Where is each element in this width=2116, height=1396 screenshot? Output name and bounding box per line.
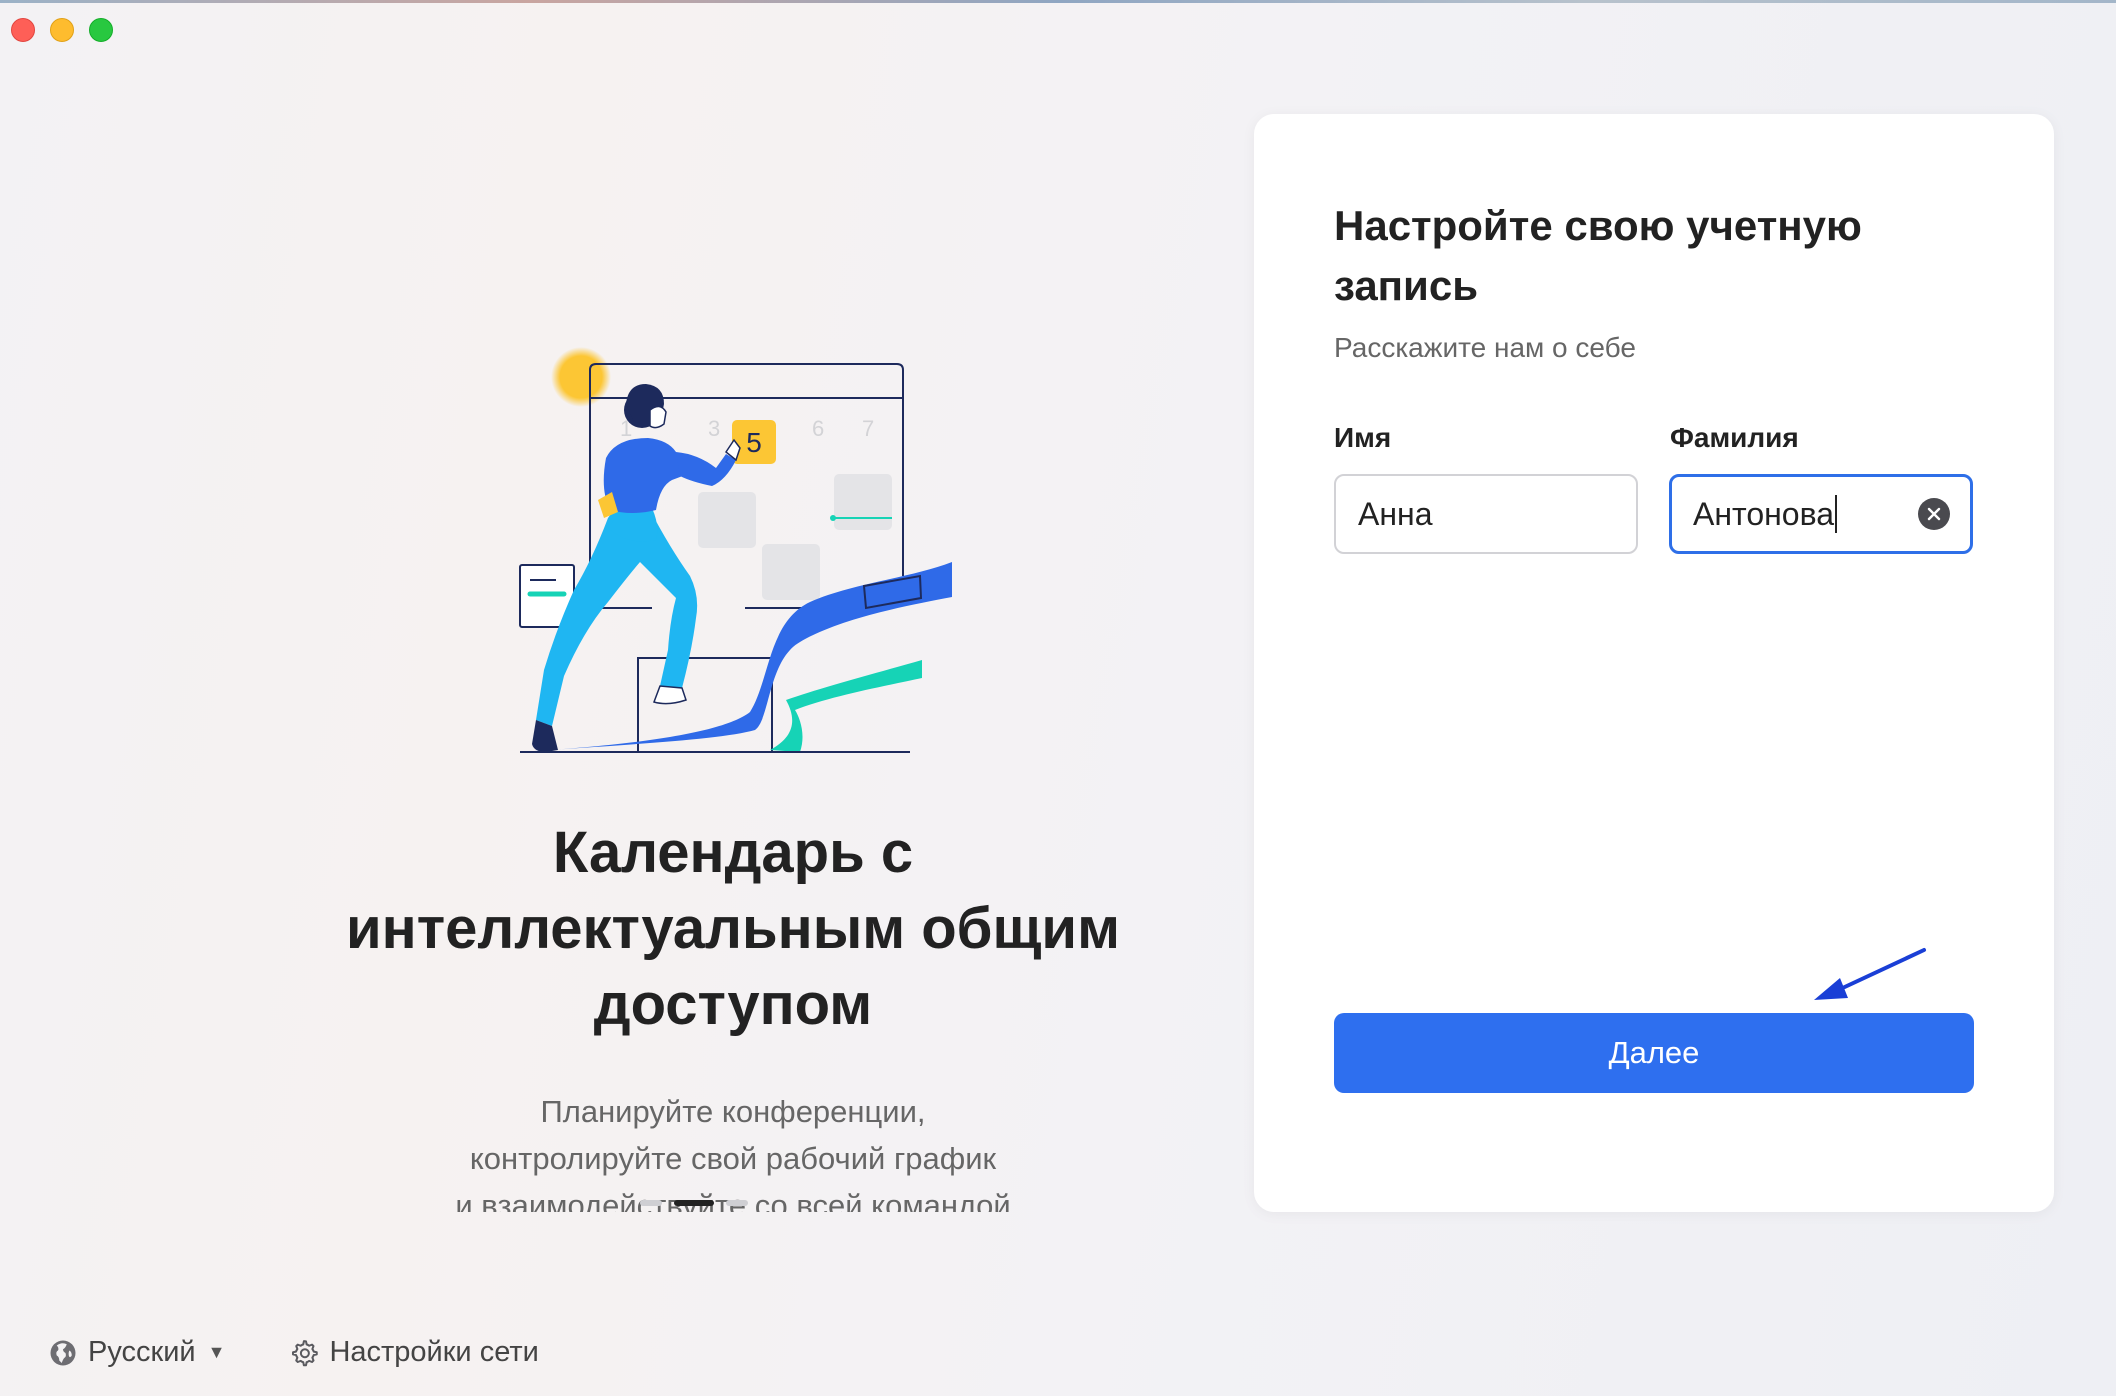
close-icon bbox=[1927, 507, 1941, 521]
next-button[interactable]: Далее bbox=[1334, 1013, 1974, 1093]
headline-line-3: доступом bbox=[593, 972, 873, 1037]
carousel-dot[interactable] bbox=[726, 1200, 748, 1206]
language-selector[interactable]: Русский ▼ bbox=[48, 1336, 225, 1369]
onboarding-headline: Календарь с интеллектуальным общим досту… bbox=[240, 815, 1226, 1043]
ribbon-teal bbox=[770, 660, 922, 752]
globe-icon bbox=[50, 1340, 76, 1365]
text-cursor bbox=[1835, 495, 1838, 533]
calendar-day-6: 6 bbox=[812, 416, 824, 441]
clear-input-button[interactable] bbox=[1918, 498, 1950, 530]
carousel-pagination bbox=[640, 1200, 748, 1206]
network-settings-link[interactable]: Настройки сети bbox=[289, 1336, 539, 1369]
description-line-2: контролируйте свой рабочий график bbox=[469, 1141, 997, 1176]
last-name-input[interactable]: Антонова bbox=[1669, 474, 1973, 554]
footer: Русский ▼ Настройки сети bbox=[48, 1336, 539, 1369]
headline-line-1: Календарь с bbox=[552, 820, 914, 885]
headline-line-2: интеллектуальным общим bbox=[346, 896, 1120, 961]
annotation-arrow-icon bbox=[1814, 948, 1926, 1000]
first-name-value: Анна bbox=[1358, 495, 1433, 532]
gear-icon bbox=[292, 1339, 319, 1366]
first-name-input[interactable]: Анна bbox=[1334, 474, 1638, 554]
calendar-highlight-day: 5 bbox=[746, 427, 762, 458]
description-line-3: и взаимодействуйте со всей командой bbox=[455, 1188, 1011, 1212]
language-label: Русский bbox=[88, 1336, 196, 1368]
onboarding-description: Планируйте конференции, контролируйте св… bbox=[380, 1088, 1086, 1212]
calendar-illustration: 1 3 6 7 5 bbox=[519, 347, 952, 753]
card-subtitle: Расскажите нам о себе bbox=[1334, 332, 1636, 363]
card-title: Настройте свою учетную запись bbox=[1334, 202, 1862, 309]
onboarding-panel: 1 3 6 7 5 Календарь с интеллектуальным о… bbox=[0, 0, 1254, 1396]
description-line-1: Планируйте конференции, bbox=[540, 1094, 926, 1129]
carousel-dot-active[interactable] bbox=[674, 1200, 714, 1206]
carousel-dot[interactable] bbox=[640, 1200, 662, 1206]
first-name-label: Имя bbox=[1334, 422, 1392, 453]
calendar-day-7: 7 bbox=[862, 416, 874, 441]
chevron-down-icon: ▼ bbox=[207, 1342, 226, 1362]
calendar-day-3: 3 bbox=[708, 416, 720, 441]
last-name-value: Антонова bbox=[1693, 495, 1835, 532]
last-name-label: Фамилия bbox=[1670, 422, 1799, 453]
account-setup-card: Настройте свою учетную запись Расскажите… bbox=[1254, 114, 2054, 1212]
network-settings-label: Настройки сети bbox=[329, 1336, 539, 1368]
